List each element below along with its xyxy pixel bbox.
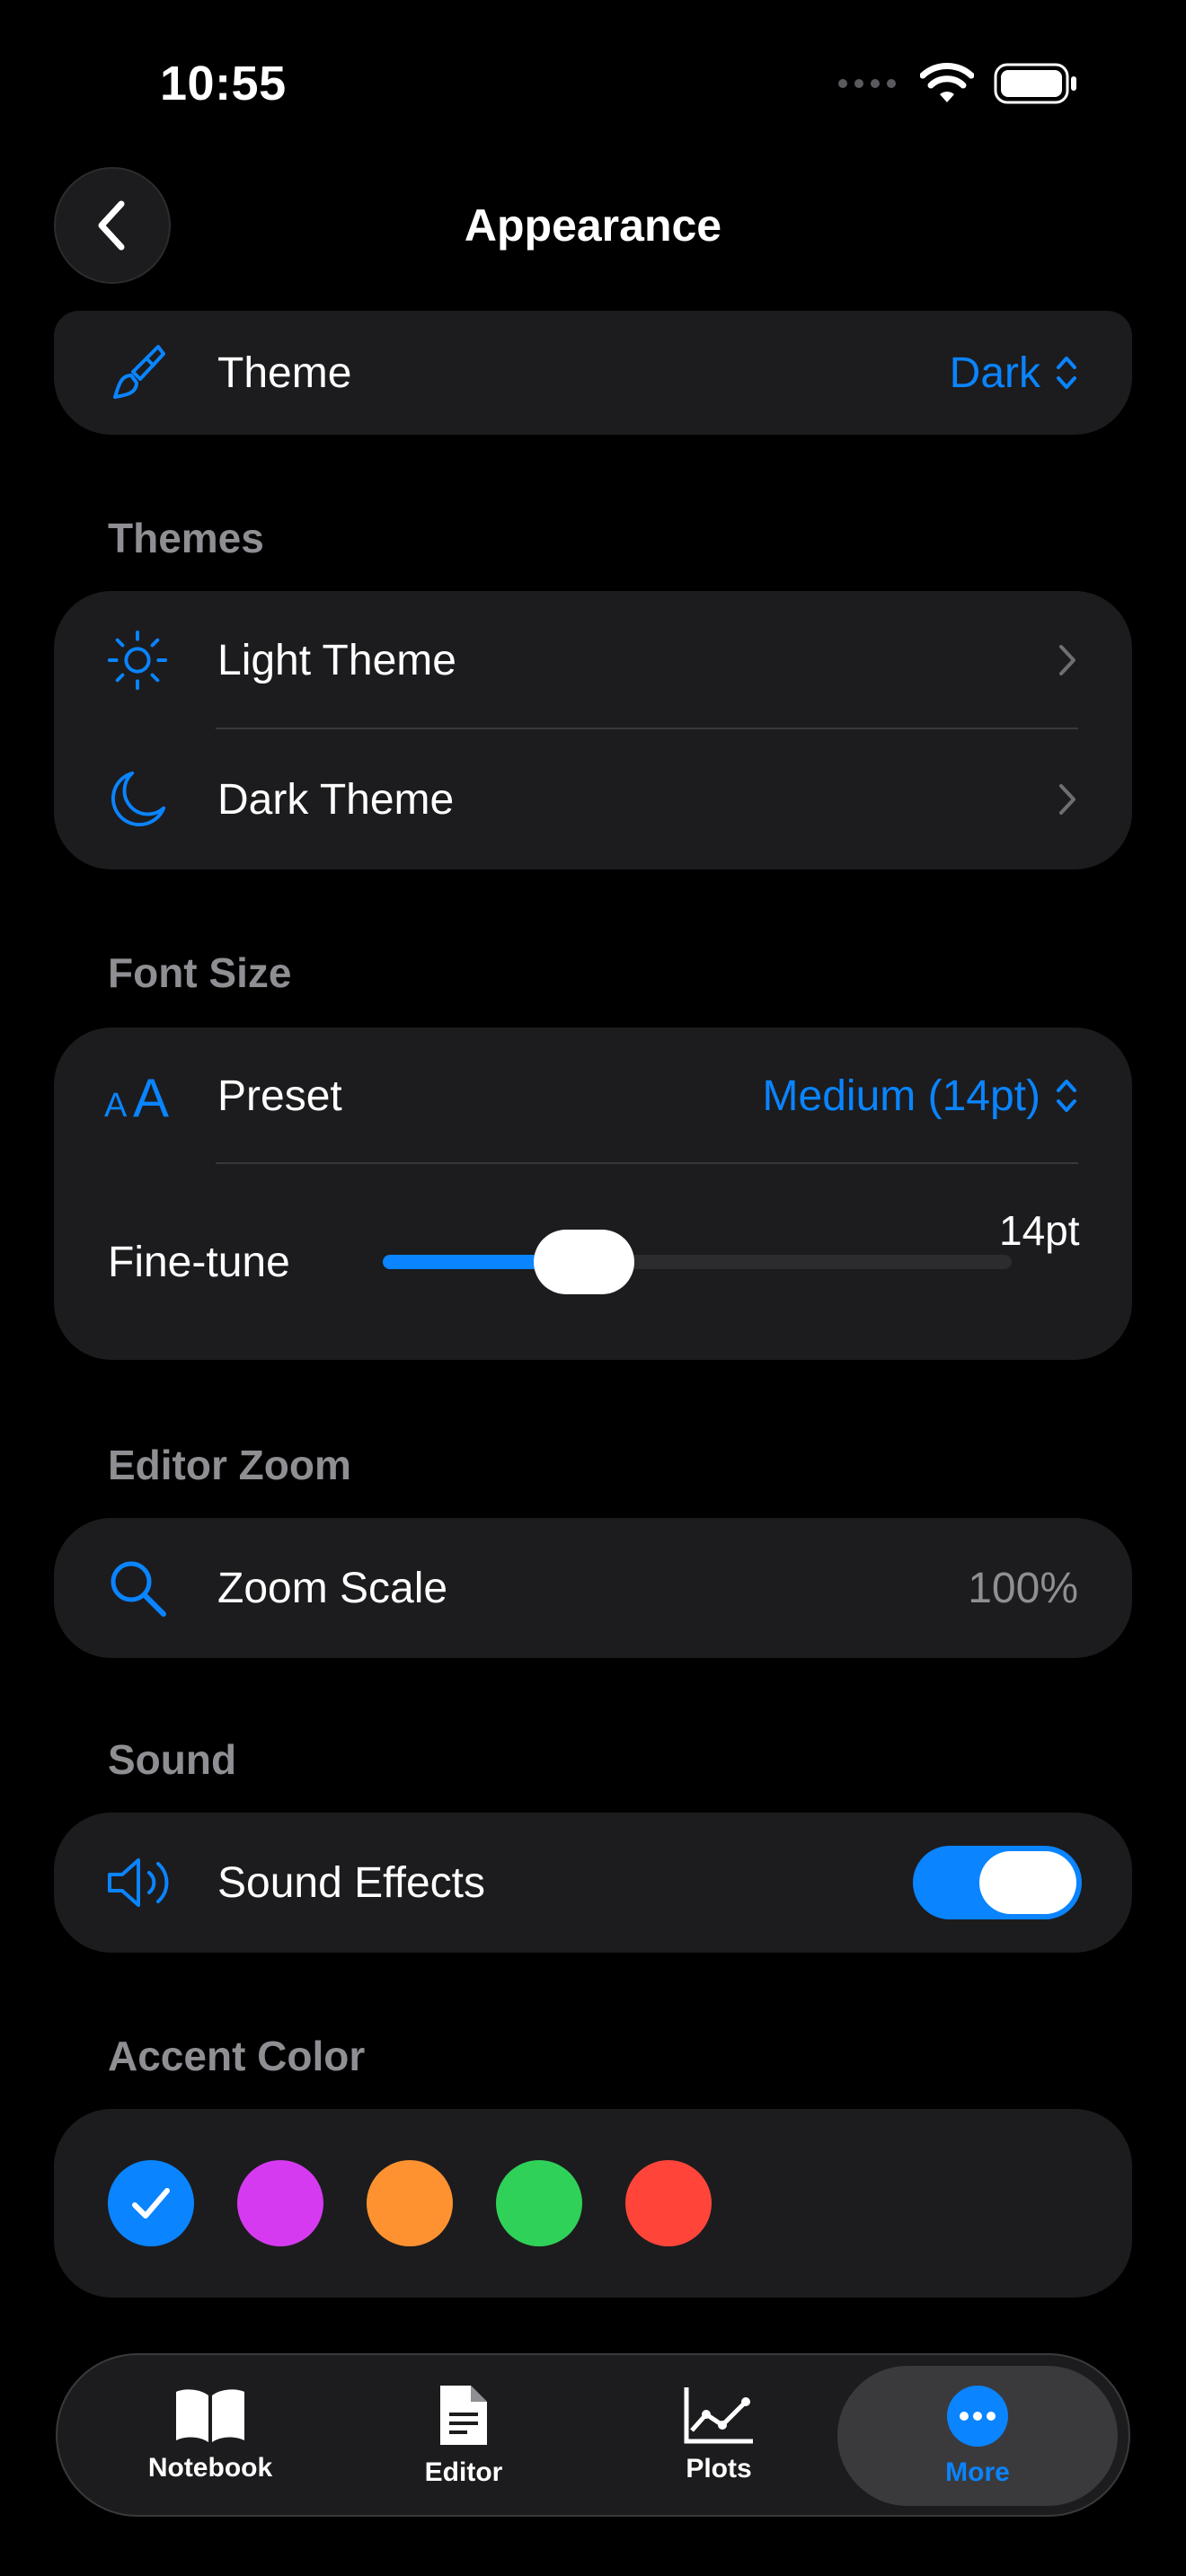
accent-color-card: [54, 2109, 1132, 2298]
tab-label: Notebook: [147, 2453, 273, 2483]
slider-thumb[interactable]: [534, 1230, 634, 1294]
battery-icon: [994, 63, 1076, 104]
magnifying-glass-icon: [106, 1557, 169, 1619]
paintbrush-icon: [106, 341, 169, 404]
color-swatch[interactable]: [367, 2160, 453, 2246]
book-icon: [176, 2389, 244, 2442]
finetune-value: 14pt: [999, 1207, 1080, 1254]
zoom-scale-row[interactable]: Zoom Scale 100%: [54, 1518, 1132, 1658]
chart-icon: [684, 2387, 753, 2444]
font-size-header: Font Size: [108, 949, 292, 996]
tab-notebook[interactable]: Notebook: [84, 2355, 336, 2515]
chevron-right-icon: [1059, 784, 1075, 815]
themes-header: Themes: [108, 515, 264, 561]
up-down-chevron-icon: [1057, 357, 1076, 389]
status-icons: [837, 63, 1078, 104]
tab-label: Plots: [686, 2454, 752, 2483]
sound-effects-toggle[interactable]: [913, 1846, 1082, 1919]
editor-zoom-header: Editor Zoom: [108, 1442, 351, 1488]
sound-card: Sound Effects: [54, 1813, 1132, 1953]
speaker-icon: [104, 1851, 176, 1914]
toggle-knob: [979, 1851, 1076, 1914]
color-swatch[interactable]: [237, 2160, 323, 2246]
status-time: 10:55: [160, 57, 287, 110]
font-size-slider[interactable]: [383, 1230, 1012, 1294]
light-theme-row[interactable]: Light Theme: [54, 591, 1132, 729]
signal-dots-icon: [838, 79, 896, 88]
theme-card: Theme Dark: [54, 311, 1132, 435]
tab-label: More: [945, 2457, 1010, 2487]
color-swatch[interactable]: [625, 2160, 712, 2246]
theme-label: Theme: [217, 348, 352, 397]
sun-icon: [106, 629, 169, 692]
dark-theme-label: Dark Theme: [217, 775, 455, 824]
theme-row[interactable]: Theme Dark: [54, 311, 1132, 435]
font-size-card: A A Preset Medium (14pt) Fine-tune 14pt: [54, 1028, 1132, 1360]
ellipsis-icon: [947, 2386, 1008, 2447]
tab-bar: Notebook Editor Plots More: [56, 2353, 1130, 2517]
themes-card: Light Theme Dark Theme: [54, 591, 1132, 869]
tab-editor[interactable]: Editor: [338, 2355, 589, 2515]
tab-plots[interactable]: Plots: [593, 2355, 845, 2515]
tab-label: Editor: [424, 2457, 503, 2487]
preset-row[interactable]: A A Preset Medium (14pt): [54, 1028, 1132, 1164]
zoom-scale-value: 100%: [968, 1564, 1078, 1612]
up-down-chevron-icon: [1057, 1080, 1076, 1112]
sound-effects-row: Sound Effects: [54, 1813, 1132, 1953]
svg-text:A: A: [133, 1068, 169, 1127]
checkmark-icon: [132, 2188, 170, 2219]
color-swatch[interactable]: [496, 2160, 582, 2246]
tab-more[interactable]: More: [837, 2366, 1118, 2506]
preset-label: Preset: [217, 1072, 342, 1120]
zoom-scale-label: Zoom Scale: [217, 1564, 448, 1612]
document-icon: [440, 2386, 487, 2445]
theme-value-text: Dark: [949, 348, 1040, 397]
dark-theme-row[interactable]: Dark Theme: [54, 729, 1132, 869]
finetune-label: Fine-tune: [108, 1238, 290, 1286]
theme-value[interactable]: Dark: [950, 348, 1078, 398]
chevron-right-icon: [1059, 645, 1075, 675]
page-title: Appearance: [464, 200, 722, 251]
finetune-row: Fine-tune 14pt: [54, 1164, 1132, 1360]
editor-zoom-card: Zoom Scale 100%: [54, 1518, 1132, 1658]
sound-header: Sound: [108, 1736, 237, 1783]
svg-text:A: A: [104, 1087, 128, 1125]
accent-color-header: Accent Color: [108, 2033, 366, 2079]
sound-effects-label: Sound Effects: [217, 1858, 485, 1907]
text-size-icon: A A: [102, 1064, 183, 1127]
wifi-icon: [920, 63, 974, 102]
light-theme-label: Light Theme: [217, 636, 456, 684]
moon-icon: [106, 768, 169, 831]
color-swatch[interactable]: [108, 2160, 194, 2246]
preset-value-text: Medium (14pt): [762, 1072, 1040, 1120]
preset-value[interactable]: Medium (14pt): [763, 1072, 1078, 1121]
